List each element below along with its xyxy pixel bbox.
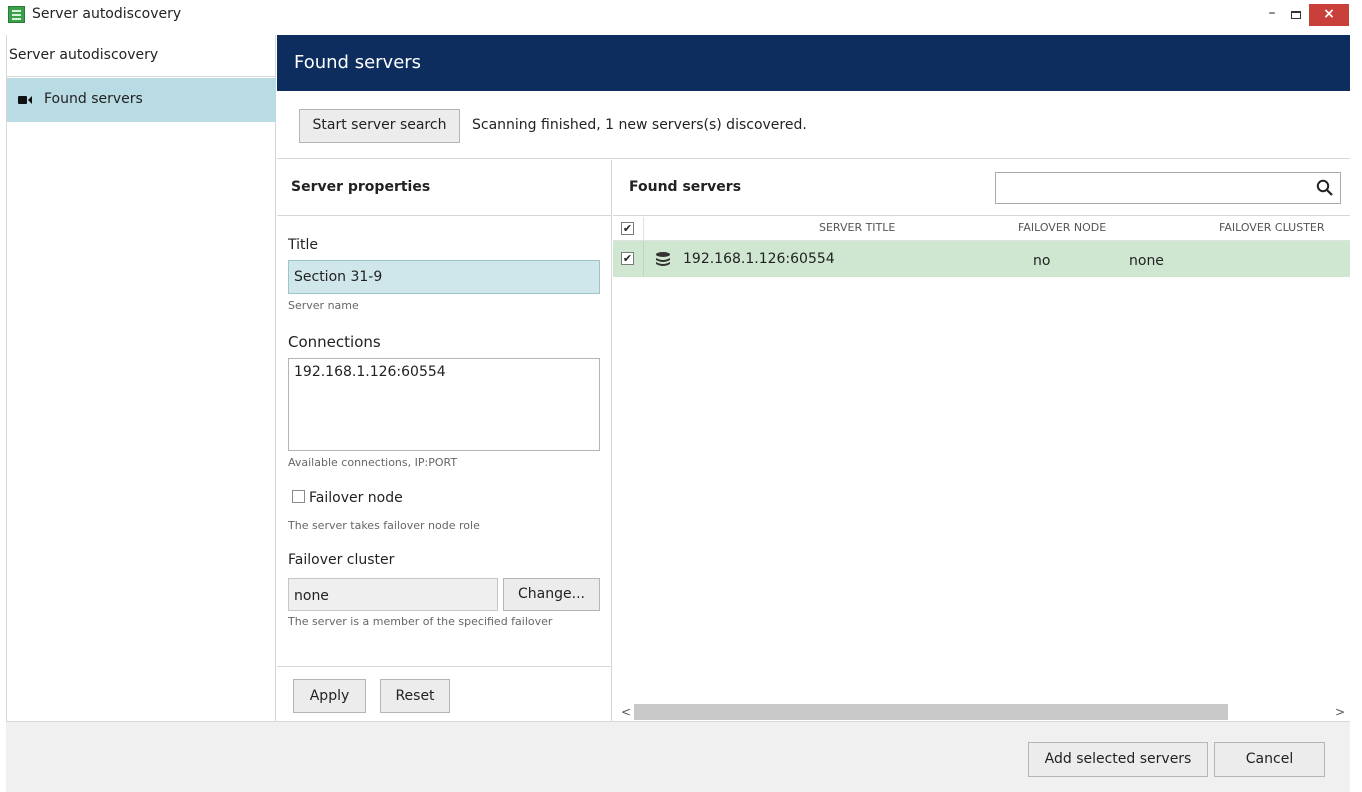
row-failover-cluster: none (1129, 253, 1164, 269)
page-title: Found servers (277, 35, 1350, 91)
column-separator (643, 241, 644, 277)
title-label: Title (288, 237, 319, 253)
failover-node-hint: The server takes failover node role (288, 519, 480, 532)
window-titlebar: Server autodiscovery – × (0, 0, 1362, 35)
apply-button[interactable]: Apply (293, 679, 366, 713)
failover-cluster-hint: The server is a member of the specified … (288, 615, 553, 628)
failover-cluster-label: Failover cluster (288, 552, 395, 568)
change-cluster-button[interactable]: Change... (503, 578, 600, 611)
sidebar: Server autodiscovery Found servers (6, 35, 276, 721)
properties-footer: Apply Reset (277, 666, 611, 721)
failover-node-checkbox[interactable] (292, 490, 305, 503)
horizontal-scrollbar[interactable]: < > (613, 703, 1350, 721)
maximize-icon (1291, 11, 1301, 19)
column-header-server-title[interactable]: SERVER TITLE (819, 221, 895, 234)
scroll-right-icon[interactable]: > (1335, 705, 1345, 719)
server-properties-header: Server properties (277, 160, 611, 216)
column-header-failover-node[interactable]: FAILOVER NODE (1018, 221, 1106, 234)
table-header: ✔ SERVER TITLE FAILOVER NODE FAILOVER CL… (613, 217, 1350, 241)
search-icon[interactable] (1316, 179, 1333, 196)
found-servers-title: Found servers (629, 179, 742, 195)
server-stack-icon (656, 252, 670, 266)
column-separator (643, 217, 644, 241)
sidebar-item-label: Found servers (44, 91, 143, 107)
cancel-button[interactable]: Cancel (1214, 742, 1325, 777)
connections-hint: Available connections, IP:PORT (288, 456, 458, 469)
server-properties-panel: Server properties Title Section 31-9 Ser… (277, 160, 612, 721)
select-all-checkbox[interactable]: ✔ (621, 222, 634, 235)
title-input[interactable]: Section 31-9 (288, 260, 600, 294)
scan-status-text: Scanning finished, 1 new servers(s) disc… (472, 117, 807, 133)
close-button[interactable]: × (1309, 4, 1349, 26)
start-server-search-button[interactable]: Start server search (299, 109, 460, 143)
connections-label: Connections (288, 333, 381, 351)
column-header-failover-cluster[interactable]: FAILOVER CLUSTER (1219, 221, 1325, 234)
dialog-footer: Add selected servers Cancel (6, 721, 1350, 792)
scroll-left-icon[interactable]: < (621, 705, 631, 719)
window-title: Server autodiscovery (32, 6, 182, 22)
connections-textarea[interactable]: 192.168.1.126:60554 (288, 358, 600, 451)
title-hint: Server name (288, 299, 359, 312)
toolbar: Start server search Scanning finished, 1… (277, 91, 1350, 159)
scrollbar-thumb[interactable] (634, 704, 1228, 720)
sidebar-item-found-servers[interactable]: Found servers (7, 78, 276, 122)
search-input[interactable] (995, 172, 1341, 204)
sidebar-header: Server autodiscovery (7, 35, 276, 77)
failover-node-label: Failover node (309, 490, 403, 506)
add-selected-servers-button[interactable]: Add selected servers (1028, 742, 1208, 777)
found-servers-panel: Found servers ✔ SERVER TITLE FAILOVER NO… (613, 160, 1350, 721)
row-server-address: 192.168.1.126:60554 (683, 251, 835, 267)
failover-cluster-field: none (288, 578, 498, 611)
app-list-icon (8, 6, 25, 23)
found-servers-header: Found servers (613, 160, 1350, 216)
row-failover-node: no (1033, 253, 1051, 269)
maximize-button[interactable] (1285, 4, 1307, 26)
minimize-button[interactable]: – (1261, 4, 1283, 26)
reset-button[interactable]: Reset (380, 679, 450, 713)
row-checkbox[interactable]: ✔ (621, 252, 634, 265)
table-row[interactable]: ✔ 192.168.1.126:60554 no none (613, 241, 1350, 277)
camera-icon (18, 96, 32, 104)
